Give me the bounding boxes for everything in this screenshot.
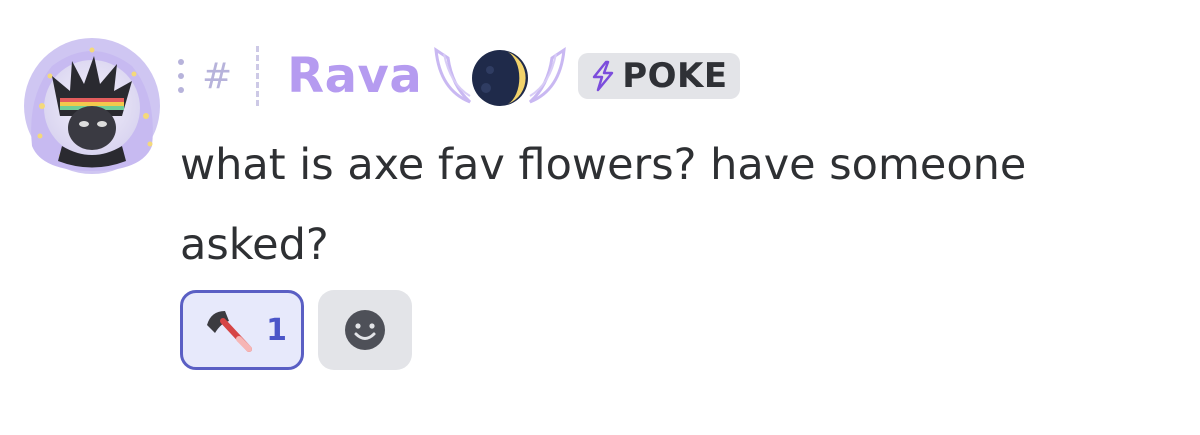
- tag-label: POKE: [622, 56, 728, 96]
- add-reaction-button[interactable]: [318, 290, 412, 370]
- user-avatar[interactable]: [22, 36, 162, 176]
- message-text: what is axe fav flowers? have someone as…: [180, 140, 1027, 270]
- message-header: # Rava POKE: [176, 40, 740, 112]
- reaction-axe[interactable]: 1: [180, 290, 304, 370]
- divider: [256, 46, 261, 106]
- role-icons: #: [176, 46, 287, 106]
- reaction-count: 1: [266, 312, 287, 348]
- hash-icon: #: [202, 55, 233, 97]
- username[interactable]: Rava: [287, 48, 422, 104]
- dots-icon: [178, 59, 184, 93]
- avatar-image: [24, 38, 160, 174]
- lightning-icon: [592, 60, 614, 92]
- axe-icon: [207, 311, 252, 352]
- reactions-bar: 1: [180, 290, 412, 370]
- moon-badge-icon: [434, 46, 567, 106]
- role-tag[interactable]: POKE: [578, 53, 740, 99]
- smile-icon: [345, 310, 385, 350]
